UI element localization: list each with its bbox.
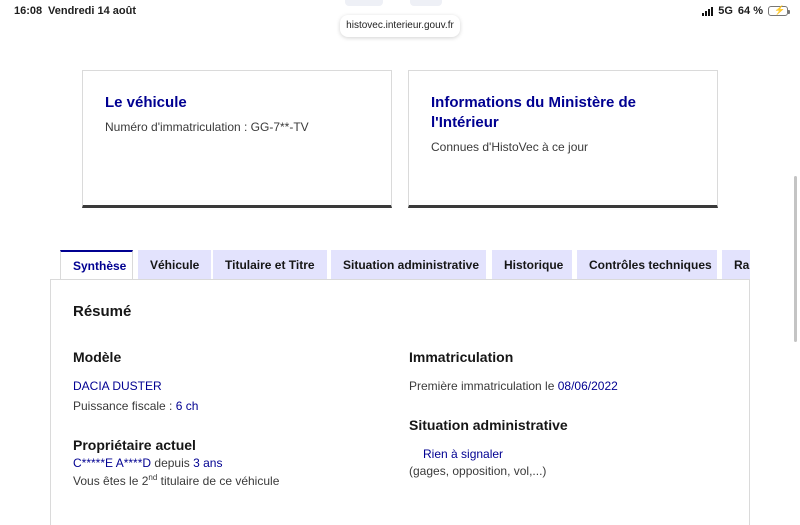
fiscal-power: Puissance fiscale : 6 ch <box>73 399 198 413</box>
signal-icon <box>702 6 714 16</box>
owner-line: C*****E A****D depuis 3 ans <box>73 456 222 470</box>
owner-rank-suffix-sup: nd <box>148 473 158 482</box>
tab-rapport[interactable]: Ra <box>722 250 750 280</box>
network-label: 5G <box>718 5 733 17</box>
vehicle-card: Le véhicule Numéro d'immatriculation : G… <box>82 70 392 208</box>
owner-since-label: depuis <box>154 456 190 470</box>
first-registration-label: Première immatriculation le <box>409 379 555 393</box>
vehicle-card-title: Le véhicule <box>105 94 187 111</box>
tab-bar: Synthèse Véhicule Titulaire et Titre Sit… <box>60 250 750 280</box>
toolbar-ghost-button <box>410 0 442 6</box>
tab-synthese[interactable]: Synthèse <box>60 250 133 280</box>
tab-vehicule[interactable]: Véhicule <box>138 250 211 280</box>
vehicle-card-subtitle: Numéro d'immatriculation : GG-7**-TV <box>105 120 309 134</box>
model-value: DACIA DUSTER <box>73 379 162 393</box>
owner-rank-suffix: titulaire de ce véhicule <box>157 474 280 488</box>
admin-heading: Situation administrative <box>409 417 568 433</box>
summary-panel: Résumé Modèle DACIA DUSTER Puissance fis… <box>50 279 750 525</box>
ministry-card-title: Informations du Ministère de l'Intérieur <box>431 94 637 131</box>
battery-icon: ⚡ <box>768 5 790 16</box>
scroll-indicator[interactable] <box>794 176 797 342</box>
toolbar-ghost-button <box>345 0 383 6</box>
owner-heading: Propriétaire actuel <box>73 437 196 453</box>
status-date: Vendredi 14 août <box>48 5 137 17</box>
battery-label: 64 % <box>737 5 763 17</box>
charging-icon: ⚡ <box>774 5 786 15</box>
owner-since-value: 3 ans <box>193 456 223 470</box>
registration-heading: Immatriculation <box>409 349 514 365</box>
fiscal-power-value: 6 ch <box>175 399 199 413</box>
tab-controles-techniques[interactable]: Contrôles techniques <box>577 250 717 280</box>
tab-historique[interactable]: Historique <box>492 250 572 280</box>
ministry-card: Informations du Ministère de l'Intérieur… <box>408 70 718 208</box>
owner-rank-prefix: Vous êtes le 2 <box>73 474 149 488</box>
fiscal-power-label: Puissance fiscale : <box>73 399 173 413</box>
owner-name: C*****E A****D <box>73 456 152 470</box>
tab-titulaire-titre[interactable]: Titulaire et Titre <box>213 250 327 280</box>
model-heading: Modèle <box>73 349 122 365</box>
first-registration: Première immatriculation le 08/06/2022 <box>409 379 618 393</box>
summary-title: Résumé <box>73 303 132 320</box>
status-time: 16:08 <box>14 5 43 17</box>
first-registration-date: 08/06/2022 <box>557 379 618 393</box>
ministry-card-subtitle: Connues d'HistoVec à ce jour <box>431 140 589 154</box>
status-indicators: 5G 64 % ⚡ <box>702 5 790 17</box>
tab-situation-administrative[interactable]: Situation administrative <box>331 250 486 280</box>
admin-note: (gages, opposition, vol,...) <box>409 464 547 478</box>
owner-rank: Vous êtes le 2nd titulaire de ce véhicul… <box>73 473 279 488</box>
url-bar[interactable]: histovec.interieur.gouv.fr <box>340 15 460 37</box>
admin-value: Rien à signaler <box>423 447 504 461</box>
